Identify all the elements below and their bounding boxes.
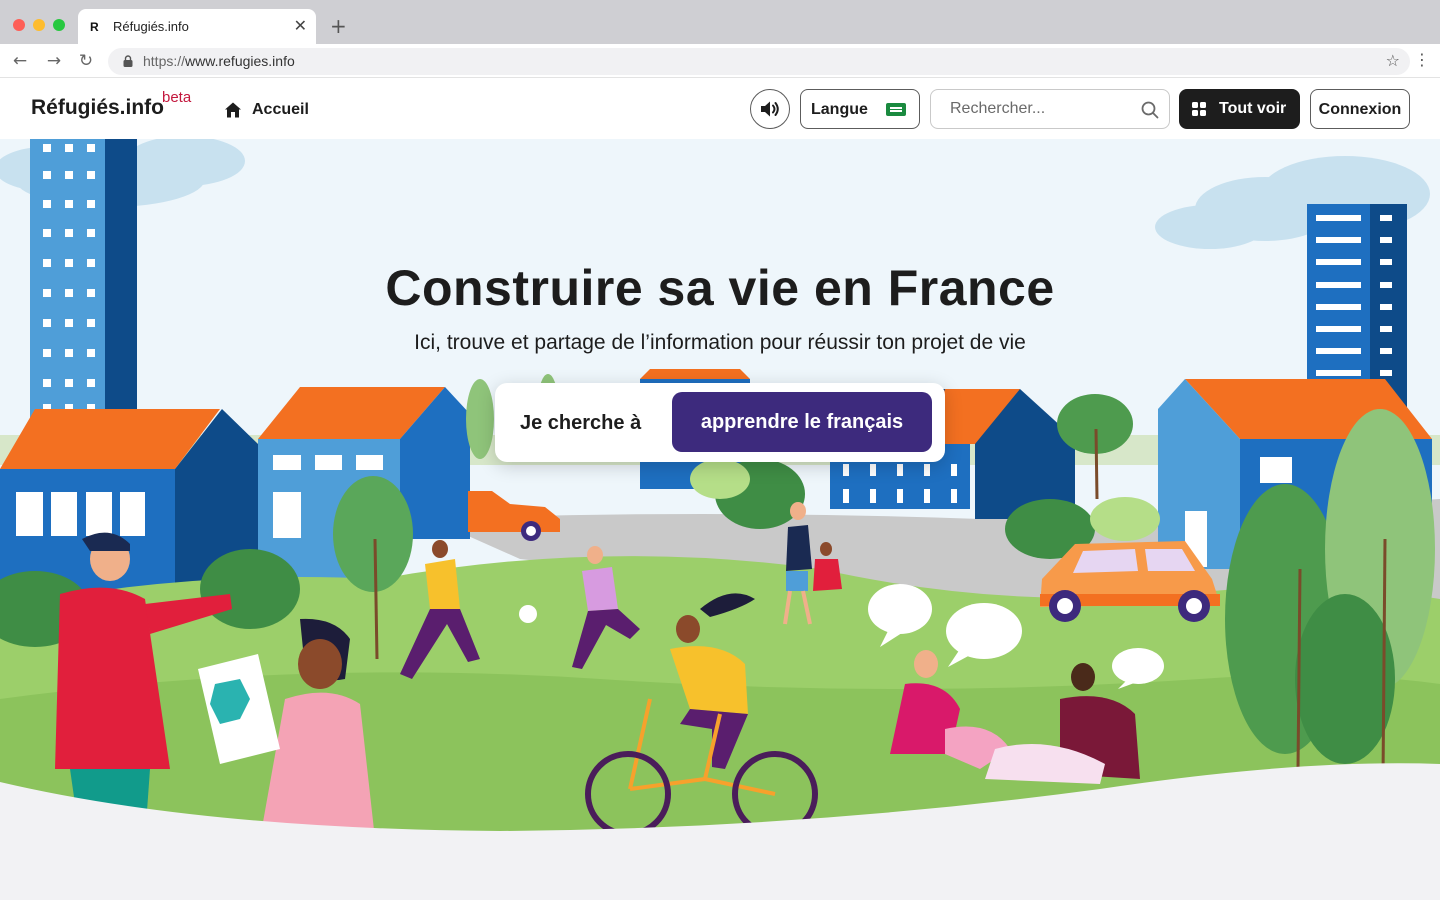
- favicon-icon: R: [90, 20, 99, 34]
- search-input[interactable]: [932, 91, 1132, 127]
- browser-tab-bar: R Réfugiés.info ✕ +: [0, 0, 1440, 44]
- search-card: Je cherche à apprendre le français: [495, 383, 945, 462]
- audio-button[interactable]: [750, 89, 790, 129]
- home-link[interactable]: Accueil: [224, 99, 309, 121]
- search-need-button[interactable]: apprendre le français: [672, 392, 932, 452]
- home-icon: [225, 102, 241, 118]
- search-prefix-label: Je cherche à: [520, 412, 642, 434]
- star-icon[interactable]: ☆: [1386, 51, 1400, 70]
- flag-icon: [886, 103, 906, 116]
- maximize-window-button[interactable]: [53, 19, 65, 31]
- more-icon[interactable]: ⋮: [1414, 50, 1430, 69]
- close-icon[interactable]: ✕: [294, 16, 307, 35]
- browser-tab[interactable]: R Réfugiés.info ✕: [78, 9, 316, 44]
- close-window-button[interactable]: [13, 19, 25, 31]
- hero-illustration: [0, 139, 1440, 900]
- tout-voir-button[interactable]: Tout voir: [1179, 89, 1300, 129]
- search-need-label: apprendre le français: [700, 411, 904, 433]
- hero-title: Construire sa vie en France: [385, 260, 1055, 316]
- language-button[interactable]: Langue: [800, 89, 920, 129]
- beta-badge: beta: [162, 89, 192, 106]
- lock-icon: [123, 55, 133, 67]
- tab-title: Réfugiés.info: [113, 19, 189, 34]
- plus-icon[interactable]: +: [330, 14, 347, 38]
- site-header: Réfugiés.info beta Accueil Langue Recher…: [0, 78, 1440, 139]
- hero-section: Construire sa vie en France Ici, trouve …: [0, 139, 1440, 900]
- speaker-icon: [761, 101, 779, 117]
- forward-icon[interactable]: →: [43, 50, 65, 72]
- connexion-label: Connexion: [1318, 101, 1402, 118]
- search-box: [930, 89, 1170, 129]
- back-icon[interactable]: ←: [9, 50, 31, 72]
- url-text: https://www.refugies.info: [143, 53, 295, 69]
- connexion-button[interactable]: Connexion: [1310, 89, 1410, 129]
- grid-icon: [1192, 102, 1206, 116]
- url-field[interactable]: https://www.refugies.info ☆: [108, 48, 1410, 75]
- minimize-window-button[interactable]: [33, 19, 45, 31]
- tout-voir-label: Tout voir: [1219, 100, 1287, 117]
- home-label: Accueil: [252, 101, 309, 118]
- reload-icon[interactable]: ↻: [75, 50, 97, 72]
- search-icon[interactable]: [1141, 101, 1159, 119]
- language-label: Langue: [811, 101, 868, 118]
- address-bar: ← → ↻ https://www.refugies.info ☆ ⋮: [0, 44, 1440, 78]
- site-logo[interactable]: Réfugiés.info: [31, 96, 164, 120]
- hero-subtitle: Ici, trouve et partage de l’information …: [414, 331, 1026, 354]
